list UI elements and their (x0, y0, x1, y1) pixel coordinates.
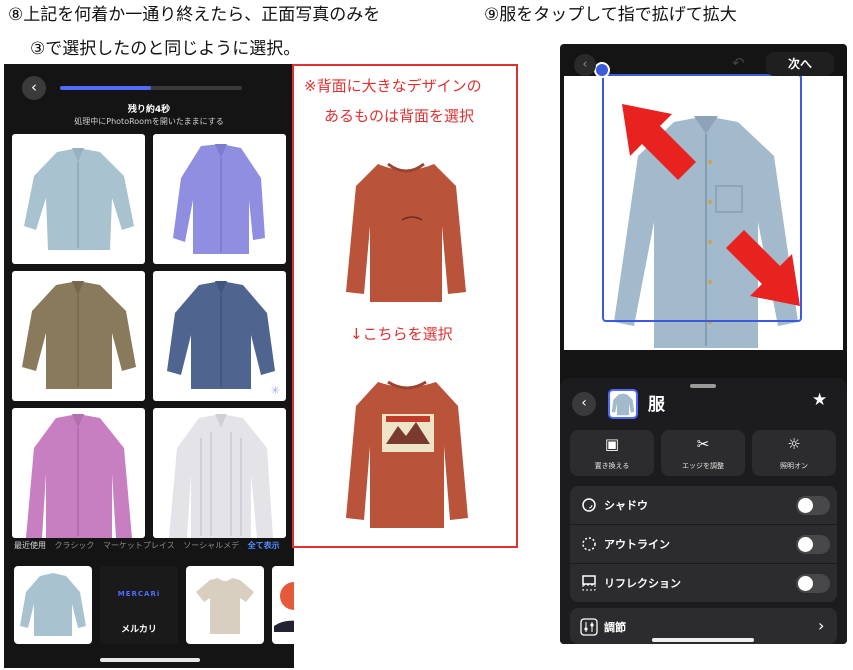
template-recent-shirt[interactable] (14, 566, 92, 644)
selection-handle[interactable] (594, 62, 610, 78)
progress-fill (60, 86, 151, 90)
cutout-tile-lavender-shirt[interactable] (153, 134, 286, 264)
sweatshirt-back-photo (342, 366, 472, 536)
adjust-edges-label: エッジを調整 (682, 462, 724, 470)
step9-caption: ⑨服をタップして指で拡げて拡大 (484, 5, 737, 25)
star-icon[interactable]: ★ (812, 390, 827, 410)
processing-progress-bar (60, 86, 242, 90)
chevron-right-icon: › (818, 616, 825, 635)
scissors-icon: ✂ (696, 435, 710, 453)
reflection-row[interactable]: リフレクション (570, 564, 837, 602)
chevron-left-icon: ‹ (582, 57, 588, 72)
tab-marketplace[interactable]: マーケットプレイス (103, 541, 175, 550)
template-category-tabs: 最近使用 クラシック マーケットプレイス ソーシャルメデ 全て表示 (14, 540, 294, 551)
reflection-icon (582, 575, 596, 591)
cutout-tile-navy-shirt[interactable]: ✳ (153, 271, 286, 401)
step8-caption-line2: ③で選択したのと同じように選択。 (30, 39, 301, 59)
shadow-label: シャドウ (604, 499, 648, 512)
chevron-left-icon: ‹ (31, 78, 37, 96)
reflection-toggle[interactable] (796, 574, 830, 593)
shadow-row[interactable]: シャドウ (570, 486, 837, 524)
object-thumbnail[interactable] (608, 389, 638, 419)
template-tshirt[interactable] (186, 566, 264, 644)
back-design-note-box: ※背面に大きなデザインの あるものは背面を選択 ↓こちらを選択 (292, 64, 518, 548)
note-line1: ※背面に大きなデザインの (304, 77, 482, 95)
panel-grabber[interactable] (690, 384, 716, 388)
lighting-label: 照明オン (780, 462, 808, 470)
outline-toggle[interactable] (796, 535, 830, 554)
adjust-label: 調節 (604, 621, 626, 634)
shadow-toggle[interactable] (796, 496, 830, 515)
loading-spinner-icon: ✳ (270, 384, 280, 397)
outline-row[interactable]: アウトライン (570, 525, 837, 563)
cutout-tile-striped-shirt[interactable] (153, 408, 286, 538)
lighting-button[interactable]: ☼ 照明オン (752, 430, 836, 476)
note-line2: あるものは背面を選択 (324, 107, 475, 125)
panel-back-button[interactable]: ‹ (572, 392, 596, 416)
template-mercari[interactable]: MERCARi メルカリ (100, 566, 178, 644)
left-phone-screen: ‹ 残り約4秒 処理中にPhotoRoomを開いたままにする ✳ 最近使用 クラ… (4, 64, 294, 668)
mercari-logo: MERCARi (117, 590, 161, 598)
cutout-tile-light-blue-shirt[interactable] (12, 134, 145, 264)
outline-label: アウトライン (604, 538, 670, 551)
template-sneaker[interactable] (272, 566, 294, 644)
home-indicator (652, 638, 754, 642)
outline-icon (582, 537, 596, 551)
object-edit-panel: ‹ 服 ★ ▣ 置き換える ✂ エッジを調整 ☼ 照明オン シャドウ アウトライ… (560, 378, 847, 644)
sliders-icon (580, 618, 598, 636)
cutout-tile-olive-shirt[interactable] (12, 271, 145, 401)
chevron-left-icon: ‹ (581, 395, 587, 411)
replace-button[interactable]: ▣ 置き換える (570, 430, 654, 476)
show-all-link[interactable]: 全て表示 (248, 541, 280, 550)
reflection-label: リフレクション (604, 577, 681, 590)
step8-caption-line1: ⑧上記を何着か一通り終えたら、正面写真のみを (8, 5, 381, 25)
select-this-note: ↓こちらを選択 (350, 325, 453, 343)
cutout-tile-pink-shirt[interactable] (12, 408, 145, 538)
processing-notice: 処理中にPhotoRoomを開いたままにする (74, 117, 224, 126)
template-label: メルカリ (121, 625, 157, 635)
tab-social-media[interactable]: ソーシャルメデ (183, 541, 239, 550)
undo-icon[interactable]: ↶ (732, 54, 745, 72)
tab-classic[interactable]: クラシック (55, 541, 95, 550)
selection-box[interactable] (602, 74, 802, 322)
shadow-icon (582, 498, 596, 512)
adjust-edges-button[interactable]: ✂ エッジを調整 (661, 430, 745, 476)
next-button[interactable]: 次へ (766, 52, 834, 76)
home-indicator (100, 658, 200, 662)
tab-recent[interactable]: 最近使用 (14, 541, 46, 550)
panel-title: 服 (648, 395, 665, 415)
back-button[interactable]: ‹ (574, 54, 596, 76)
sweatshirt-front-photo (344, 142, 468, 310)
image-icon: ▣ (604, 435, 620, 453)
remaining-time: 残り約4秒 (127, 105, 171, 115)
right-phone-screen: ‹ ↶ 次へ ‹ 服 ★ ▣ 置き換える ✂ エッジを調整 ☼ 照明オン シャド… (560, 44, 847, 644)
replace-label: 置き換える (594, 462, 630, 470)
lightbulb-icon: ☼ (787, 435, 801, 453)
template-row: MERCARi メルカリ (14, 566, 294, 644)
back-button[interactable]: ‹ (22, 76, 46, 100)
